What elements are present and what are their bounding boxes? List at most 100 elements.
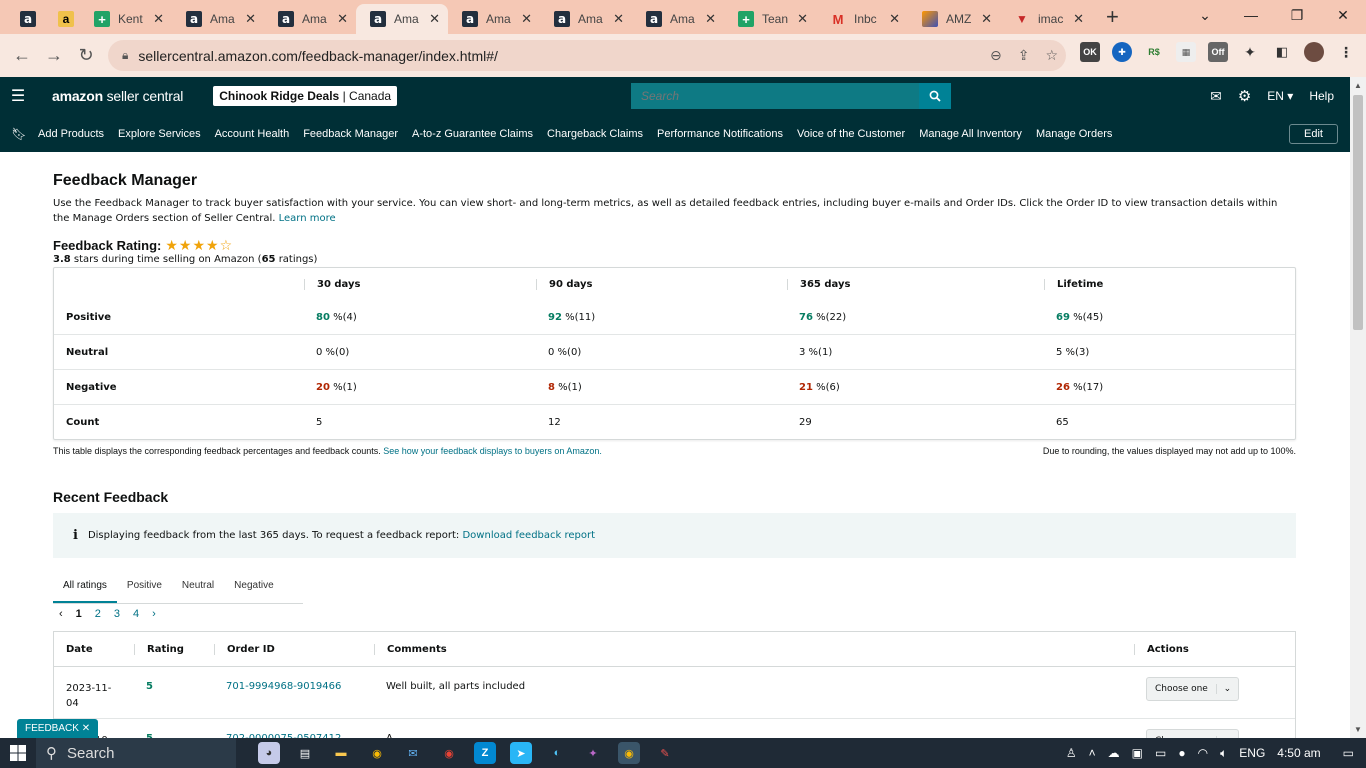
close-tab-icon[interactable]: ✕ [521,11,532,27]
order-id-link[interactable]: 701-9994968-9019466 [214,681,374,692]
share-icon[interactable]: ⇪ [1018,47,1030,64]
side-panel-icon[interactable]: ◧ [1272,42,1292,62]
close-tab-icon[interactable]: ✕ [889,11,900,27]
learn-more-link[interactable]: Learn more [279,213,336,224]
browser-tab[interactable]: a Ama ✕ [632,4,724,34]
browser-tab[interactable]: a Ama ✕ [540,4,632,34]
reload-icon[interactable]: ↻ [70,45,102,66]
extension-blue-icon[interactable]: ✚ [1112,42,1132,62]
close-tab-icon[interactable]: ✕ [1073,11,1084,27]
tab-all-ratings[interactable]: All ratings [53,574,117,603]
restore-icon[interactable]: ❐ [1274,7,1320,24]
close-tab-icon[interactable]: ✕ [981,11,992,27]
close-tab-icon[interactable]: ✕ [613,11,624,27]
taskbar-search[interactable]: ⚲ Search [36,738,236,768]
browser-tab-active[interactable]: a Ama ✕ [356,4,448,34]
tab-positive[interactable]: Positive [117,574,172,603]
nav-a-to-z-claims[interactable]: A-to-z Guarantee Claims [412,128,533,140]
browser-tab[interactable]: a Ama ✕ [172,4,264,34]
download-report-link[interactable]: Download feedback report [462,530,595,541]
nav-account-health[interactable]: Account Health [215,128,290,140]
messenger-icon[interactable]: ✦ [582,742,604,764]
chrome-active-icon[interactable]: ◉ [618,742,640,764]
page-link[interactable]: 3 [114,608,120,620]
address-bar[interactable]: 🔒︎ sellercentral.amazon.com/feedback-man… [108,40,1066,71]
tab-search-icon[interactable]: ⌄ [1182,7,1228,24]
profile-avatar[interactable] [1304,42,1324,62]
close-tab-icon[interactable]: ✕ [429,11,440,27]
browser-tab[interactable]: a Ama ✕ [448,4,540,34]
nav-chargeback-claims[interactable]: Chargeback Claims [547,128,643,140]
edge-icon[interactable]: ◐ [546,742,568,764]
extension-off-icon[interactable]: Off [1208,42,1228,62]
telegram-icon[interactable]: ➤ [510,742,532,764]
close-tab-icon[interactable]: ✕ [337,11,348,27]
search-button[interactable] [919,83,951,109]
volume-icon[interactable]: 🔈︎ [1220,746,1227,761]
zoom-app-icon[interactable]: Z [474,742,496,764]
nav-add-products[interactable]: Add Products [38,128,104,140]
hamburger-menu-icon[interactable]: ☰ [0,86,36,106]
browser-tab[interactable]: a Ama ✕ [264,4,356,34]
help-link[interactable]: Help [1309,89,1334,103]
bookmark-star-icon[interactable]: ☆ [1045,47,1058,64]
scroll-up-icon[interactable]: ▲ [1354,81,1362,90]
wifi-icon[interactable]: ◠ [1198,746,1208,760]
forward-icon[interactable]: → [38,45,70,66]
feedback-widget-tab[interactable]: FEEDBACK ✕ [17,719,99,738]
close-tab-icon[interactable]: ✕ [705,11,716,27]
browser-tab[interactable]: + Tean ✕ [724,4,816,34]
extension-ok-icon[interactable]: OK [1080,42,1100,62]
bookmark-icon[interactable]: 🔖︎ [0,127,38,141]
browser-tab[interactable]: a [30,4,80,34]
back-icon[interactable]: ← [6,45,38,66]
tab-neutral[interactable]: Neutral [172,574,224,603]
close-tab-icon[interactable]: ✕ [797,11,808,27]
notification-icon[interactable]: ▭ [1343,746,1354,760]
next-page-icon[interactable]: › [152,608,156,620]
browser-tab[interactable]: ▼ imac ✕ [1000,4,1092,34]
mail-app-icon[interactable]: ✉ [402,742,424,764]
browser-tab[interactable]: AMZ ✕ [908,4,1000,34]
nav-explore-services[interactable]: Explore Services [118,128,201,140]
task-view-icon[interactable]: ▤ [294,742,316,764]
seller-central-logo[interactable]: amazon seller central [52,88,183,104]
browser-tab[interactable]: M Inbc ✕ [816,4,908,34]
app-icon[interactable]: ✎ [654,742,676,764]
settings-gear-icon[interactable]: ⚙ [1238,87,1251,105]
browser-tab[interactable]: + Kent ✕ [80,4,172,34]
device-icon[interactable]: ▣ [1132,746,1143,760]
microphone-icon[interactable]: ● [1178,746,1185,760]
mail-icon[interactable]: ✉ [1210,88,1222,105]
actions-dropdown[interactable]: Choose one⌄ [1146,677,1239,701]
chrome-alt-icon[interactable]: ◉ [438,742,460,764]
extension-logo-icon[interactable]: ▦ [1176,42,1196,62]
nav-voice-of-customer[interactable]: Voice of the Customer [797,128,905,140]
feedback-display-link[interactable]: See how your feedback displays to buyers… [383,446,602,456]
cloud-icon[interactable]: ☁ [1108,746,1120,760]
cat-widget-icon[interactable]: ◕ [258,742,280,764]
browser-tab[interactable]: a [0,4,36,34]
nav-performance-notifications[interactable]: Performance Notifications [657,128,783,140]
page-link[interactable]: 2 [95,608,101,620]
minimize-icon[interactable]: — [1228,7,1274,23]
page-link[interactable]: 1 [76,608,82,620]
close-tab-icon[interactable]: ✕ [153,11,164,27]
prev-page-icon[interactable]: ‹ [59,608,63,620]
tab-negative[interactable]: Negative [224,574,283,603]
close-tab-icon[interactable]: ✕ [245,11,256,27]
chrome-icon[interactable]: ◉ [366,742,388,764]
close-window-icon[interactable]: ✕ [1320,7,1366,24]
clock[interactable]: 4:50 am [1277,746,1320,760]
store-switcher[interactable]: Chinook Ridge Deals | Canada [213,86,398,106]
nav-feedback-manager[interactable]: Feedback Manager [303,128,398,140]
close-icon[interactable]: ✕ [82,723,90,734]
nav-manage-orders[interactable]: Manage Orders [1036,128,1112,140]
battery-icon[interactable]: ▭ [1155,746,1166,760]
menu-kebab-icon[interactable]: ⋮ [1336,42,1356,62]
zoom-icon[interactable]: ⊖ [990,47,1002,64]
search-input[interactable] [631,83,919,109]
edit-nav-button[interactable]: Edit [1289,124,1338,144]
new-tab-icon[interactable]: + [1106,4,1119,30]
page-scrollbar[interactable]: ▲ ▼ [1350,77,1366,738]
